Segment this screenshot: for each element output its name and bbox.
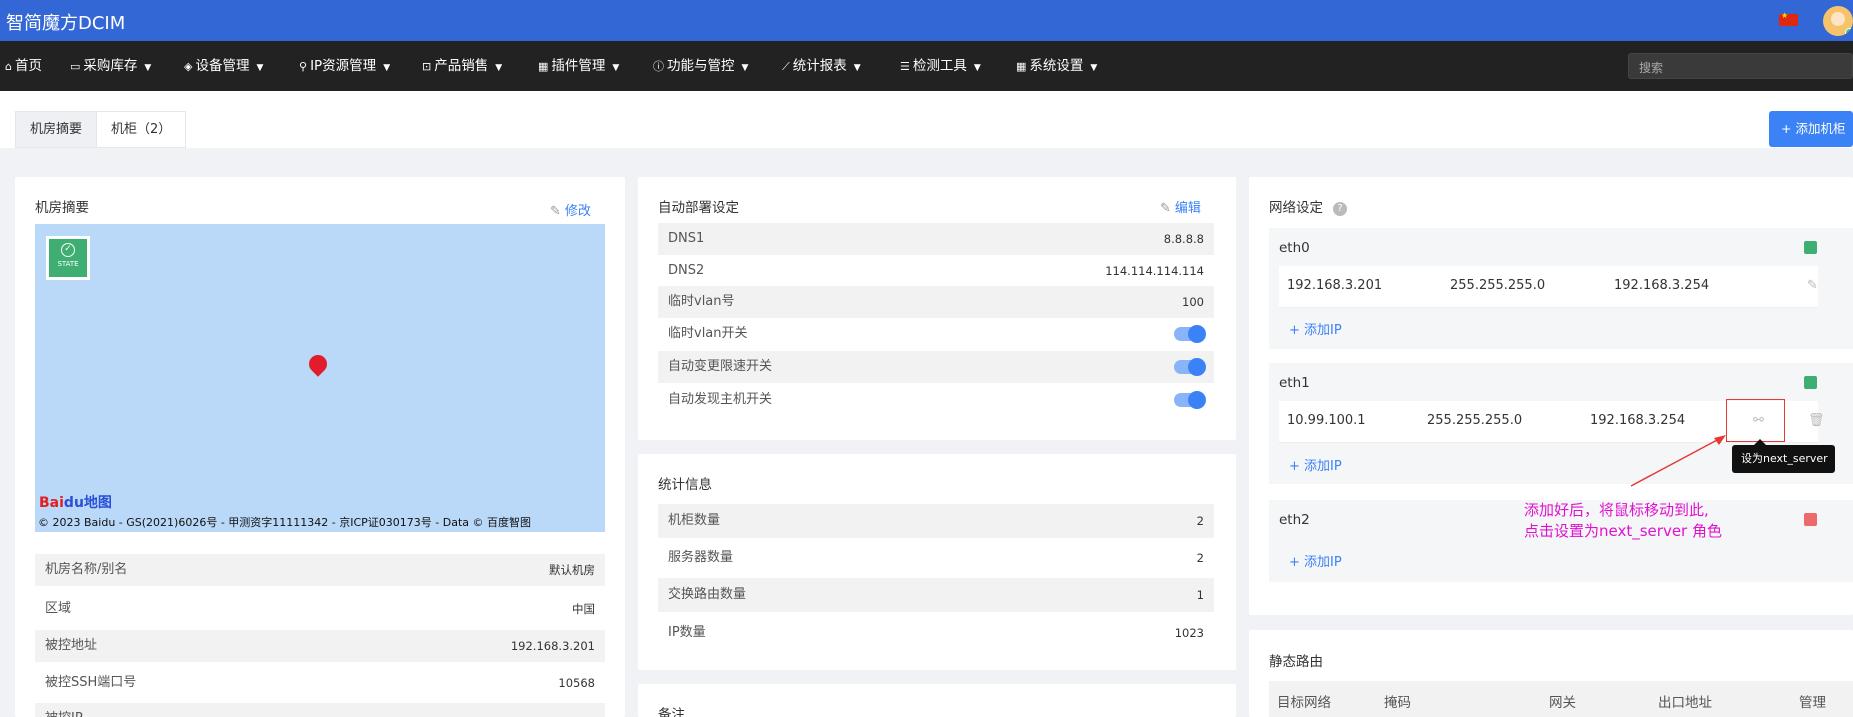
baidu-map[interactable]: ✓ STATE Baidu地图 © 2023 Baidu - GS(2021)60… [35,224,605,532]
interface-name: eth1 [1279,375,1310,391]
china-flag-icon[interactable] [1779,11,1798,26]
stats-title: 统计信息 [658,477,712,493]
kv-row: 服务器数量 2 [668,550,1204,565]
kv-row: 临时vlan号 100 [658,286,1214,318]
next-server-tooltip: 设为next_server [1732,439,1835,473]
add-ip-link[interactable]: + 添加IP [1289,455,1342,474]
chevron-down-icon: ▼ [741,63,749,73]
nav-item-purchase-inventory[interactable]: ▭ 采购库存 ▼ [70,41,151,91]
chevron-down-icon: ▼ [1090,63,1098,73]
auto-discover-host-toggle[interactable] [1174,391,1206,409]
main-navbar: ⌂ 首页 ▭ 采购库存 ▼ ◈ 设备管理 ▼ ⚲ IP资源管理 ▼ ⊡ 产品销售 ▼ ▦ 插件管理 ▼… [0,41,1853,91]
auto-speed-limit-toggle[interactable] [1174,358,1206,376]
column-header: 网关 [1549,695,1576,711]
nav-item-reports[interactable]: ⟋ 统计报表 ▼ [782,41,861,91]
trash-icon[interactable]: 🗑 [1808,413,1825,428]
nav-item-device-management[interactable]: ◈ 设备管理 ▼ [184,41,263,91]
kv-row: 自动变更限速开关 [658,351,1214,383]
pencil-icon: ✎ [550,204,561,219]
chevron-down-icon: ▼ [973,63,981,73]
interface-name: eth0 [1279,240,1310,256]
help-icon[interactable]: ? [1333,202,1347,216]
nav-item-system-settings[interactable]: ▦ 系统设置 ▼ [1016,41,1097,91]
nav-item-product-sales[interactable]: ⊡ 产品销售 ▼ [422,41,502,91]
kv-row: 机房名称/别名 默认机房 [35,554,605,586]
edit-deploy-link[interactable]: ✎ 编辑 [1160,197,1201,216]
avatar[interactable] [1823,6,1853,36]
kv-row: 被控地址 192.168.3.201 [35,630,605,662]
settings-grid-icon: ▦ [1016,60,1027,73]
kv-row: 自动发现主机开关 [658,384,1214,416]
chevron-down-icon: ▼ [144,63,152,73]
map-marker-icon: ⚲ [299,60,308,73]
cart-icon: ⊡ [422,60,432,73]
chevron-down-icon: ▼ [495,63,503,73]
auto-deploy-title: 自动部署设定 [658,200,739,216]
kv-row: DNS2 114.114.114.114 [668,263,1204,278]
ip-row: 192.168.3.201 255.255.255.0 192.168.3.25… [1279,266,1818,308]
list-icon: ☰ [900,60,910,73]
status-indicator [1804,241,1817,254]
baidu-map-logo: Baidu地图 [39,495,112,511]
column-header: 掩码 [1384,695,1411,711]
chevron-down-icon: ▼ [853,63,861,73]
kv-row: 交换路由数量 1 [658,578,1214,612]
chevron-down-icon: ▼ [383,63,391,73]
edit-room-link[interactable]: ✎ 修改 [550,200,591,219]
top-bar: 智简魔方DCIM [0,0,1853,41]
room-summary-title: 机房摘要 [35,200,89,216]
kv-row: 区域 中国 [45,601,595,616]
nav-item-ip-resources[interactable]: ⚲ IP资源管理 ▼ [299,41,390,91]
tab-room-summary[interactable]: 机房摘要 [15,111,98,148]
static-routes-title: 静态路由 [1269,654,1323,670]
inbox-icon: ▭ [70,60,81,73]
network-title: 网络设定? [1269,196,1347,216]
kv-row: 被控SSH端口号 10568 [45,675,595,690]
kv-row: 临时vlan开关 [658,318,1214,350]
home-icon: ⌂ [5,60,12,73]
cube-icon: ◈ [184,60,193,73]
chevron-down-icon: ▼ [256,63,264,73]
tab-strip [0,91,1853,148]
line-chart-icon: ⟋ [782,60,790,73]
kv-row: DNS1 8.8.8.8 [658,223,1214,255]
chevron-down-icon: ▼ [612,63,620,73]
column-header: 目标网络 [1277,695,1331,711]
check-circle-icon: ✓ [61,243,75,257]
notes-card [638,684,1236,717]
search-input[interactable]: 搜索 [1628,53,1853,79]
nav-item-home[interactable]: ⌂ 首页 [5,41,42,91]
add-ip-link[interactable]: + 添加IP [1289,319,1342,338]
map-attribution: © 2023 Baidu - GS(2021)6026号 - 甲测资字11111… [38,516,532,529]
notes-title: 备注 [658,707,685,717]
interface-name: eth2 [1279,512,1310,528]
pencil-icon: ✎ [1160,201,1171,216]
info-icon: ⓘ [653,60,664,73]
column-header: 管理 [1799,695,1826,711]
annotation-text: 添加好后，将鼠标移动到此, 点击设置为next_server 角色 [1524,501,1722,540]
status-indicator [1804,513,1817,526]
add-ip-link[interactable]: + 添加IP [1289,551,1342,570]
kv-row: 机柜数量 2 [658,504,1214,538]
state-badge[interactable]: ✓ STATE [46,236,90,280]
routes-table-header: 目标网络 掩码 网关 出口地址 管理 [1269,681,1853,717]
kv-row: IP数量 1023 [668,625,1204,640]
interface-eth0: eth0 192.168.3.201 255.255.255.0 192.168… [1269,228,1853,349]
grid-icon: ▦ [538,60,549,73]
brand-title[interactable]: 智简魔方DCIM [6,9,125,35]
nav-item-detection-tools[interactable]: ☰ 检测工具 ▼ [900,41,981,91]
annotation-arrow [1630,435,1726,487]
nav-item-plugins[interactable]: ▦ 插件管理 ▼ [538,41,619,91]
map-pin-icon[interactable] [305,351,331,377]
tab-cabinets[interactable]: 机柜（2） [96,111,187,148]
status-indicator [1804,376,1817,389]
kv-row: 被控IP [35,703,605,717]
temp-vlan-toggle[interactable] [1174,325,1206,343]
nav-item-functions-control[interactable]: ⓘ 功能与管控 ▼ [653,41,748,91]
edit-icon[interactable]: ✎ [1807,278,1818,293]
add-cabinet-button[interactable]: + 添加机柜 [1769,111,1853,147]
column-header: 出口地址 [1658,695,1712,711]
